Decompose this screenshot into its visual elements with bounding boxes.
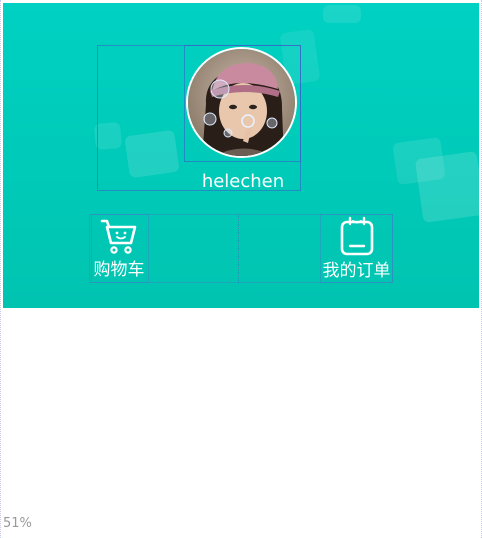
user-avatar-photo xyxy=(188,49,295,156)
avatar[interactable] xyxy=(186,47,297,158)
profile-header: helechen 购物车 我的订单 xyxy=(3,3,479,308)
zoom-level: 51% xyxy=(3,516,32,531)
shopping-cart-button[interactable]: 购物车 xyxy=(89,214,149,283)
shopping-cart-label: 购物车 xyxy=(93,260,145,280)
username: helechen xyxy=(201,171,285,192)
shopping-cart-icon xyxy=(100,219,137,254)
my-orders-button[interactable]: 我的订单 xyxy=(320,214,393,283)
quick-actions-divider xyxy=(238,214,239,283)
order-clipboard-icon xyxy=(340,216,373,256)
decor-shape xyxy=(414,150,479,224)
my-orders-label: 我的订单 xyxy=(322,261,391,281)
decor-shape xyxy=(323,5,361,23)
